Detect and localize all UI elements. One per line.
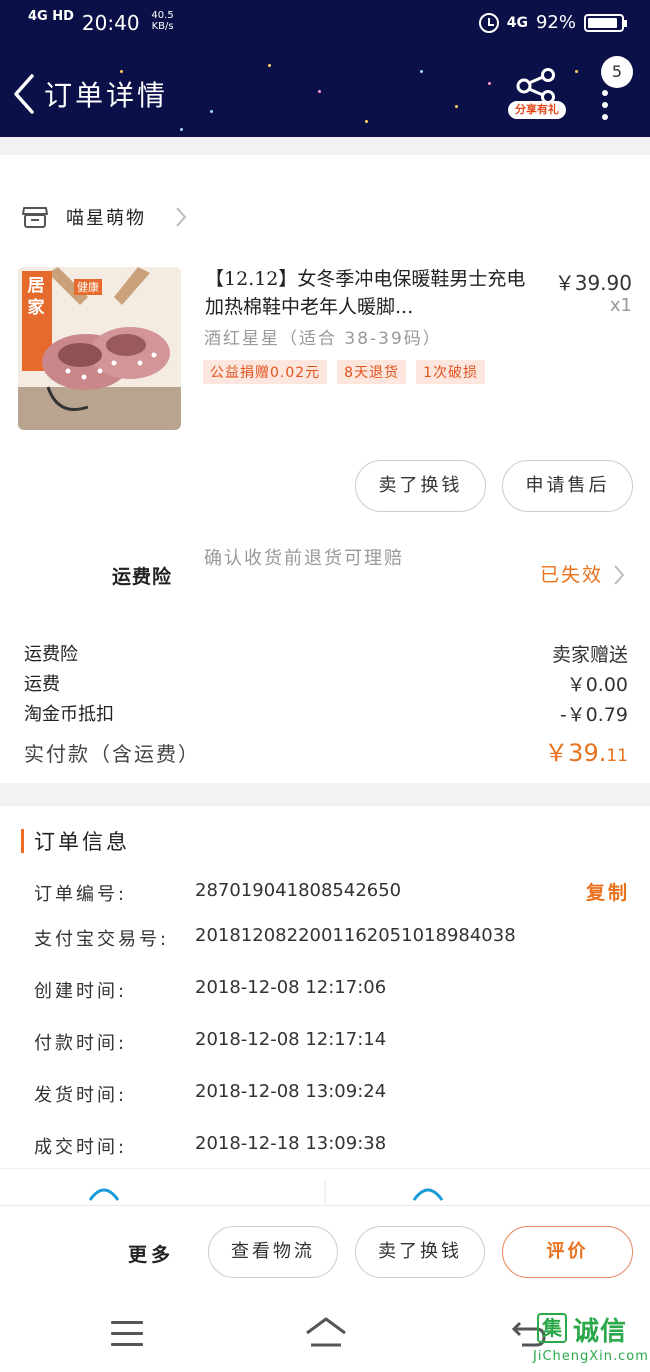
more-menu-icon[interactable]	[600, 90, 610, 120]
total-paid-cents: 11	[606, 746, 628, 766]
fee-label: 淘金币抵扣	[24, 704, 114, 725]
info-key: 创建时间:	[34, 981, 128, 1002]
watermark-url: JiChengXin.com	[533, 1349, 649, 1364]
info-key: 付款时间:	[34, 1033, 128, 1054]
order-info-card: 订单信息 复制 订单编号: 287019041808542650 支付宝交易号:…	[0, 806, 650, 1206]
total-paid-row: 实付款（含运费） ￥39.11	[24, 733, 628, 768]
tag-charity: 公益捐赠0.02元	[203, 360, 328, 384]
info-value: 2018-12-08 12:17:06	[195, 977, 387, 998]
more-button[interactable]: 更多	[128, 1240, 174, 1267]
info-key: 发货时间:	[34, 1085, 128, 1106]
info-value: 2018-12-08 12:17:14	[195, 1029, 387, 1050]
battery-icon	[584, 13, 627, 32]
recent-apps-icon[interactable]	[111, 1321, 143, 1347]
info-key: 支付宝交易号:	[34, 929, 170, 950]
fee-value: 卖家赠送	[551, 644, 628, 666]
shop-name[interactable]: 喵星萌物	[66, 204, 146, 230]
shop-icon	[22, 207, 48, 228]
copy-order-number-button[interactable]: 复制	[586, 878, 630, 905]
top-spacer	[0, 155, 650, 179]
section-accent-bar	[21, 829, 24, 853]
info-key: 订单编号:	[34, 884, 128, 905]
status-bar: 4G HD 20:40 40.5 KB/s 4G 92%	[0, 0, 650, 50]
share-icon	[516, 68, 555, 104]
system-navigation-bar: 集 诚信 JiChengXin.com	[0, 1293, 650, 1372]
product-image[interactable]: 居家 健康	[18, 267, 181, 430]
fee-row: 运费 ￥0.00	[24, 670, 628, 697]
info-value: 2018120822001162051018984038	[195, 925, 516, 946]
bottom-action-bar: 更多 查看物流 卖了换钱 评价	[0, 1205, 650, 1293]
total-paid-main: ￥39.	[544, 739, 607, 767]
status-right: 4G 92%	[478, 12, 627, 33]
home-icon[interactable]	[303, 1315, 349, 1351]
image-label-main: 居家	[27, 276, 45, 318]
status-time: 20:40	[81, 11, 140, 35]
fee-row: 淘金币抵扣 -￥0.79	[24, 700, 628, 727]
product-title[interactable]: 【12.12】女冬季冲电保暖鞋男士充电加热棉鞋中老年人暖脚...	[205, 265, 535, 321]
product-price: ￥39.90	[554, 271, 632, 295]
watermark-text: 诚信	[573, 1317, 628, 1347]
contact-icons-partial	[88, 1180, 444, 1206]
order-card: 喵星萌物 居家 健康 【12.12】女冬季冲电保暖鞋男士充电加热棉鞋中老年人暖脚…	[0, 178, 650, 783]
message-count-badge[interactable]: 5	[601, 56, 633, 88]
chevron-right-icon[interactable]	[174, 206, 188, 228]
signal-indicator: 4G HD	[28, 9, 74, 24]
battery-fill	[588, 17, 618, 28]
network-rate-unit: KB/s	[151, 21, 174, 32]
chevron-right-icon[interactable]	[612, 564, 626, 586]
info-key: 成交时间:	[34, 1137, 128, 1158]
shipping-insurance-desc: 确认收货前退货可理赔	[204, 548, 404, 569]
info-value: 287019041808542650	[195, 880, 402, 901]
product-quantity: x1	[609, 295, 632, 316]
header-bar: 订单详情 分享有礼 5	[0, 50, 650, 137]
divider	[0, 1168, 650, 1169]
network-rate-value: 40.5	[151, 10, 174, 21]
shipping-insurance-status[interactable]: 已失效	[540, 560, 603, 587]
fee-value: -￥0.79	[559, 704, 628, 726]
order-info-title: 订单信息	[34, 830, 130, 854]
tag-damage: 1次破损	[416, 360, 486, 384]
status-left: 4G HD 20:40 40.5 KB/s	[28, 10, 178, 36]
image-label-sub: 健康	[74, 279, 102, 295]
apply-after-sale-button[interactable]: 申请售后	[502, 460, 633, 512]
info-value: 2018-12-08 13:09:24	[195, 1081, 387, 1102]
shop-row[interactable]: 喵星萌物	[22, 204, 146, 230]
fee-label: 运费	[24, 674, 60, 695]
rate-button[interactable]: 评价	[502, 1226, 633, 1278]
signal-4g-indicator: 4G	[506, 14, 528, 31]
info-value: 2018-12-18 13:09:38	[195, 1133, 387, 1154]
fee-row: 运费险 卖家赠送	[24, 640, 628, 667]
product-sku: 酒红星星（适合 38-39码）	[204, 329, 442, 349]
total-paid-value: ￥39.11	[544, 733, 628, 768]
battery-percent: 92%	[535, 12, 576, 33]
fee-value: ￥0.00	[566, 674, 628, 696]
share-button[interactable]: 分享有礼	[508, 68, 566, 124]
view-logistics-button[interactable]: 查看物流	[208, 1226, 338, 1278]
watermark-box: 集	[537, 1313, 567, 1343]
page-title: 订单详情	[44, 79, 169, 112]
product-tags: 公益捐赠0.02元 8天退货 1次破损	[203, 360, 486, 384]
sell-for-cash-button-bottom[interactable]: 卖了换钱	[355, 1226, 485, 1278]
share-gift-badge: 分享有礼	[508, 101, 566, 119]
watermark-logo: 集 诚信 JiChengXin.com	[533, 1309, 650, 1369]
fee-label: 运费险	[24, 644, 78, 665]
alarm-icon	[478, 12, 499, 33]
shipping-insurance-label: 运费险	[112, 566, 173, 588]
tag-return: 8天退货	[337, 360, 407, 384]
total-paid-label: 实付款（含运费）	[24, 742, 200, 766]
network-rate: 40.5 KB/s	[148, 10, 178, 32]
back-arrow-icon[interactable]	[10, 72, 40, 116]
sell-for-cash-button[interactable]: 卖了换钱	[355, 460, 486, 512]
